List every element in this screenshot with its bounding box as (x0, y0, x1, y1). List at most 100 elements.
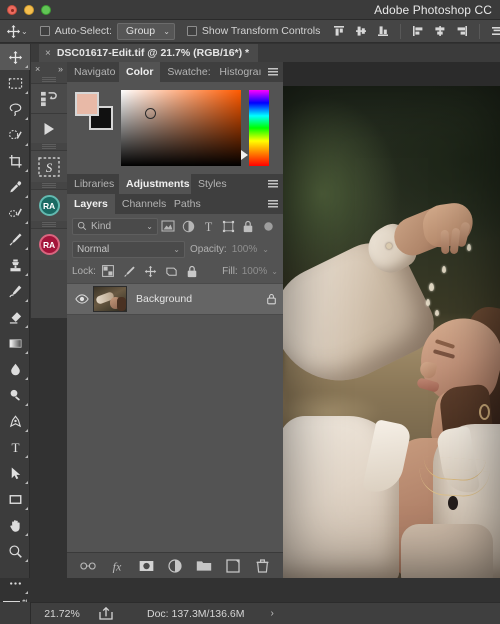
align-vertical-centers-icon[interactable] (350, 21, 372, 42)
filter-type-layers-icon[interactable]: T (198, 216, 218, 236)
lasso-tool[interactable] (0, 96, 30, 122)
auto-select-scope-dropdown[interactable]: Group ⌄ (116, 22, 175, 40)
chevron-down-icon[interactable]: ⌄ (262, 245, 269, 254)
lock-artboard-nesting-icon[interactable] (163, 263, 180, 280)
lock-all-icon[interactable] (184, 263, 201, 280)
chevron-down-icon[interactable]: ⌄ (271, 267, 278, 276)
filter-pixel-layers-icon[interactable] (158, 216, 178, 236)
color-field[interactable] (121, 90, 241, 166)
hue-slider-marker[interactable] (241, 150, 248, 160)
align-left-edges-icon[interactable] (407, 21, 429, 42)
filter-shape-layers-icon[interactable] (218, 216, 238, 236)
filter-adjustment-layers-icon[interactable] (178, 216, 198, 236)
collapse-dock-icon[interactable]: × (35, 64, 40, 74)
dock-header: × » (31, 62, 67, 76)
close-window-button[interactable] (7, 5, 17, 15)
move-tool-icon[interactable] (6, 21, 21, 42)
lock-transparent-pixels-icon[interactable] (100, 263, 117, 280)
new-adjustment-layer-icon[interactable] (167, 558, 183, 574)
color-field-marker[interactable] (145, 108, 156, 119)
edit-toolbar-tool[interactable] (0, 570, 30, 596)
rectangle-tool[interactable] (0, 486, 30, 512)
layer-style-fx-icon[interactable]: fx (109, 558, 125, 574)
align-right-edges-icon[interactable] (451, 21, 473, 42)
panel-menu-icon[interactable] (268, 68, 278, 76)
tab-color[interactable]: Color (119, 62, 161, 82)
clone-stamp-tool[interactable] (0, 252, 30, 278)
document-tab[interactable]: × DSC01617-Edit.tif @ 21.7% (RGB/16*) * (39, 44, 259, 62)
panel-menu-icon[interactable] (268, 200, 278, 208)
path-selection-tool[interactable] (0, 460, 30, 486)
tab-paths[interactable]: Paths (167, 194, 208, 214)
show-transform-controls-checkbox[interactable] (186, 26, 197, 36)
eyedropper-tool[interactable] (0, 174, 30, 200)
spot-healing-brush-tool[interactable] (0, 200, 30, 226)
zoom-level[interactable]: 21.72% (31, 608, 93, 620)
select-subject-icon[interactable]: S (31, 150, 67, 182)
align-horizontal-centers-icon[interactable] (429, 21, 451, 42)
auto-select-checkbox[interactable] (39, 26, 50, 36)
gradient-tool[interactable] (0, 330, 30, 356)
retouch4me-crimson-badge[interactable]: RA (31, 228, 67, 260)
fill-value[interactable]: 100% (242, 266, 268, 277)
opacity-value[interactable]: 100% (232, 244, 258, 255)
tab-layers[interactable]: Layers (67, 194, 115, 214)
eraser-tool[interactable] (0, 304, 30, 330)
layer-thumbnail[interactable] (93, 286, 127, 312)
move-tool[interactable] (0, 44, 30, 70)
eye-icon[interactable] (71, 294, 93, 304)
dodge-tool[interactable] (0, 382, 30, 408)
retouch4me-teal-badge[interactable]: RA (31, 189, 67, 221)
brush-tool[interactable] (0, 226, 30, 252)
delete-layer-icon[interactable] (254, 558, 270, 574)
tab-swatches[interactable]: Swatche: (160, 62, 212, 82)
minimize-window-button[interactable] (24, 5, 34, 15)
new-layer-icon[interactable] (225, 558, 241, 574)
layer-filter-kind-dropdown[interactable]: Kind ⌄ (72, 217, 158, 235)
add-layer-mask-icon[interactable] (138, 558, 154, 574)
lock-image-pixels-icon[interactable] (121, 263, 138, 280)
status-expand-chevron-icon[interactable]: › (270, 608, 273, 619)
align-bottom-edges-icon[interactable] (372, 21, 394, 42)
tab-navigator[interactable]: Navigato (67, 62, 119, 82)
filter-smart-object-layers-icon[interactable] (238, 216, 258, 236)
crop-tool[interactable] (0, 148, 30, 174)
lock-icon[interactable] (266, 293, 277, 305)
expand-dock-icon[interactable]: » (58, 64, 63, 74)
zoom-tool[interactable] (0, 538, 30, 564)
dock-grip (31, 182, 67, 189)
history-panel-icon[interactable] (31, 83, 67, 113)
chevron-down-icon: ⌄ (163, 26, 170, 36)
pen-tool[interactable] (0, 408, 30, 434)
hue-slider[interactable] (249, 90, 269, 166)
tab-channels[interactable]: Channels (115, 194, 167, 214)
tab-libraries[interactable]: Libraries (67, 174, 119, 194)
tab-styles[interactable]: Styles (191, 174, 234, 194)
align-top-edges-icon[interactable] (328, 21, 350, 42)
blend-mode-dropdown[interactable]: Normal ⌄ (72, 240, 185, 258)
filter-enable-toggle-icon[interactable] (258, 216, 278, 236)
blur-tool[interactable] (0, 356, 30, 382)
close-icon[interactable]: × (45, 48, 51, 59)
link-layers-icon[interactable] (80, 558, 96, 574)
canvas-area[interactable] (283, 62, 500, 578)
new-group-icon[interactable] (196, 558, 212, 574)
rectangular-marquee-tool[interactable] (0, 70, 30, 96)
type-tool[interactable]: T (0, 434, 30, 460)
lock-position-icon[interactable] (142, 263, 159, 280)
history-brush-tool[interactable] (0, 278, 30, 304)
actions-play-icon[interactable] (31, 113, 67, 143)
fill-label: Fill: (222, 265, 238, 277)
tool-preset-caret-icon[interactable]: ⌄ (21, 21, 28, 42)
maximize-window-button[interactable] (41, 5, 51, 15)
distribute-vertical-icon[interactable] (486, 21, 500, 42)
show-transform-controls-group: Show Transform Controls (186, 25, 320, 37)
table-row[interactable]: Background (67, 283, 283, 315)
tab-adjustments[interactable]: Adjustments (119, 174, 191, 194)
panel-menu-icon[interactable] (268, 180, 278, 188)
share-icon[interactable] (93, 607, 119, 620)
tab-histogram[interactable]: Histograı (212, 62, 264, 82)
quick-selection-tool[interactable] (0, 122, 30, 148)
hand-tool[interactable] (0, 512, 30, 538)
color-panel-foreground-swatch[interactable] (75, 92, 99, 116)
